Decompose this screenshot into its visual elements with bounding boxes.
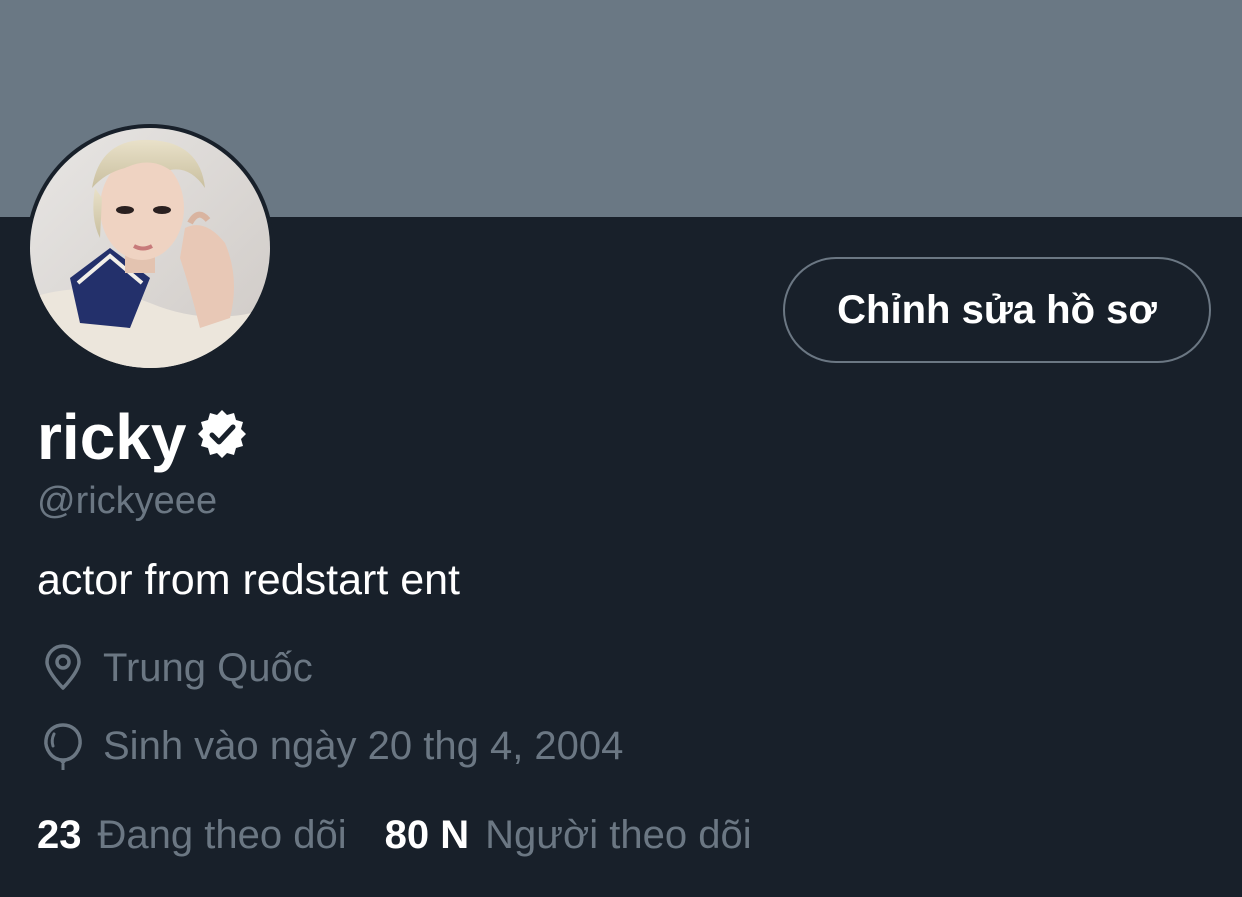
location-text: Trung Quốc (103, 646, 313, 690)
location-pin-icon (37, 642, 89, 694)
location-row: Trung Quốc (37, 642, 313, 694)
verified-badge-icon[interactable] (196, 408, 248, 460)
birth-date-row: Sinh vào ngày 20 thg 4, 2004 (37, 720, 623, 772)
display-name: ricky (37, 401, 187, 473)
following-label: Đang theo dõi (97, 813, 347, 857)
following-stat[interactable]: 23 Đang theo dõi (37, 808, 347, 862)
edit-profile-button[interactable]: Chỉnh sửa hồ sơ (783, 257, 1211, 363)
user-handle: @rickyeee (37, 480, 218, 522)
birth-date-text: Sinh vào ngày 20 thg 4, 2004 (103, 724, 624, 768)
following-count: 23 (37, 813, 82, 857)
followers-stat[interactable]: 80 N Người theo dõi (385, 808, 752, 862)
bio: actor from redstart ent (37, 556, 460, 604)
follow-stats: 23 Đang theo dõi 80 N Người theo dõi (37, 808, 752, 862)
balloon-icon (37, 720, 89, 772)
avatar[interactable] (26, 124, 274, 372)
avatar-photo (30, 128, 270, 368)
followers-count: 80 N (384, 813, 470, 857)
name-row: ricky (37, 398, 248, 476)
edit-profile-label: Chỉnh sửa hồ sơ (837, 287, 1157, 332)
followers-label: Người theo dõi (485, 813, 752, 857)
